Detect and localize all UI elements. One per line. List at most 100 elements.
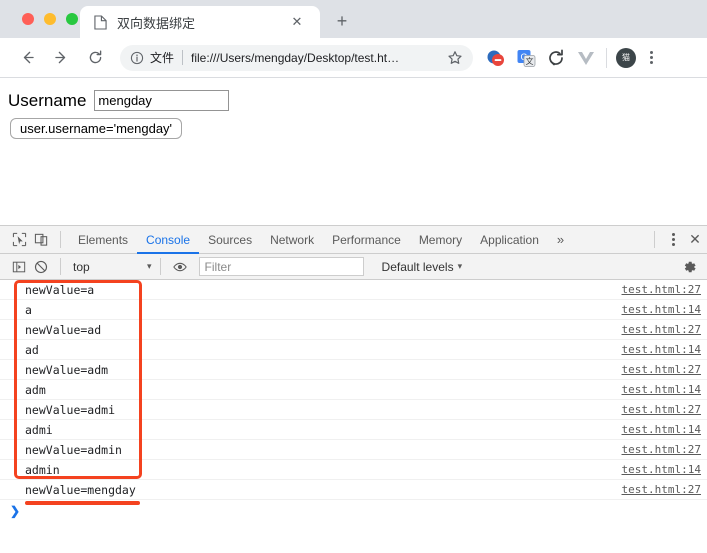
tab-performance[interactable]: Performance: [323, 226, 410, 254]
devtools-settings-menu-icon[interactable]: [663, 233, 683, 246]
console-message: newValue=admin: [25, 442, 122, 457]
kebab-menu-icon[interactable]: [642, 51, 660, 64]
console-row[interactable]: newValue=admin test.html:27: [0, 440, 707, 460]
username-field-row: Username: [8, 90, 230, 111]
address-bar[interactable]: 文件 file:///Users/mengday/Desktop/test.ht…: [120, 44, 473, 71]
console-row[interactable]: newValue=mengday test.html:27: [0, 480, 707, 500]
console-source-link[interactable]: test.html:27: [622, 403, 701, 416]
arrow-left-icon: [23, 51, 34, 64]
console-source-link[interactable]: test.html:27: [622, 363, 701, 376]
console-row[interactable]: adm test.html:14: [0, 380, 707, 400]
console-source-link[interactable]: test.html:27: [622, 483, 701, 496]
console-message: admi: [25, 422, 53, 437]
console-filter-bar: top ▾ Default levels ▾: [0, 254, 707, 280]
console-message: adm: [25, 382, 46, 397]
address-bar-url[interactable]: file:///Users/mengday/Desktop/test.ht…: [191, 51, 447, 65]
close-window-button[interactable]: [22, 13, 34, 25]
refresh-extension-icon[interactable]: [545, 47, 567, 69]
console-log-area[interactable]: newValue=a test.html:27 a test.html:14 n…: [0, 280, 707, 553]
clear-console-icon[interactable]: [30, 256, 52, 278]
binding-expression-output: user.username='mengday': [10, 118, 183, 139]
username-label: Username: [8, 90, 87, 110]
console-context-selector[interactable]: top ▾: [73, 260, 152, 274]
star-icon[interactable]: [447, 50, 463, 66]
address-bar-divider: [182, 50, 184, 65]
console-log-levels-value: Default levels: [381, 259, 454, 274]
console-message: a: [25, 302, 32, 317]
tab-network[interactable]: Network: [261, 226, 323, 254]
filterbar-divider: [60, 258, 61, 275]
new-tab-button[interactable]: +: [332, 11, 352, 31]
adblock-extension-icon[interactable]: [485, 47, 507, 69]
console-row[interactable]: newValue=admi test.html:27: [0, 400, 707, 420]
console-source-link[interactable]: test.html:14: [622, 303, 701, 316]
settings-gear-icon[interactable]: [680, 258, 698, 276]
live-expression-eye-icon[interactable]: [169, 256, 191, 278]
console-row[interactable]: admi test.html:14: [0, 420, 707, 440]
console-message: newValue=ad: [25, 322, 102, 337]
svg-text:文: 文: [526, 56, 534, 66]
console-row[interactable]: admin test.html:14: [0, 460, 707, 480]
browser-tab[interactable]: 双向数据绑定 ✕: [80, 6, 320, 38]
vue-devtools-extension-icon[interactable]: [575, 47, 597, 69]
console-prompt-row[interactable]: ❯: [0, 500, 707, 522]
filterbar-divider-2: [159, 258, 161, 275]
more-tabs-button[interactable]: »: [548, 232, 573, 247]
browser-tab-bar: 双向数据绑定 ✕ +: [0, 0, 707, 38]
console-prompt-caret: ❯: [10, 504, 21, 518]
browser-tab-title: 双向数据绑定: [117, 15, 196, 31]
document-icon: [94, 14, 107, 30]
window-traffic-lights: [22, 13, 78, 25]
reload-icon: [89, 50, 101, 64]
toolbar-divider: [606, 47, 607, 68]
reload-button[interactable]: [82, 45, 108, 71]
forward-button[interactable]: [48, 45, 74, 71]
console-message: ad: [25, 342, 39, 357]
tab-console[interactable]: Console: [137, 226, 199, 254]
avatar[interactable]: 猫: [616, 47, 636, 68]
console-source-link[interactable]: test.html:27: [622, 443, 701, 456]
console-context-value: top: [73, 259, 90, 274]
devtools-divider-right: [654, 231, 655, 248]
chevron-down-icon-levels: ▾: [457, 261, 463, 271]
close-icon[interactable]: ✕: [290, 15, 304, 29]
device-toolbar-icon[interactable]: [30, 229, 52, 251]
tab-application[interactable]: Application: [471, 226, 548, 254]
console-sidebar-icon[interactable]: [8, 256, 30, 278]
tab-elements[interactable]: Elements: [69, 226, 137, 254]
tab-memory[interactable]: Memory: [410, 226, 471, 254]
console-source-link[interactable]: test.html:27: [622, 283, 701, 296]
address-bar-scheme-label: 文件: [150, 51, 175, 65]
browser-window: 双向数据绑定 ✕ + 文件 file:///Users/mengday/Desk…: [0, 0, 707, 553]
console-row[interactable]: newValue=a test.html:27: [0, 280, 707, 300]
console-message: newValue=mengday: [25, 482, 136, 497]
chevron-down-icon: ▾: [147, 261, 152, 271]
maximize-window-button[interactable]: [66, 13, 78, 25]
console-source-link[interactable]: test.html:14: [622, 343, 701, 356]
console-source-link[interactable]: test.html:27: [622, 323, 701, 336]
console-source-link[interactable]: test.html:14: [622, 383, 701, 396]
devtools-divider: [60, 231, 61, 248]
console-message: newValue=a: [25, 282, 95, 297]
console-row[interactable]: a test.html:14: [0, 300, 707, 320]
devtools-close-button[interactable]: ✕: [683, 231, 707, 248]
minimize-window-button[interactable]: [44, 13, 56, 25]
console-row[interactable]: newValue=ad test.html:27: [0, 320, 707, 340]
console-row[interactable]: newValue=adm test.html:27: [0, 360, 707, 380]
console-filter-input[interactable]: [198, 257, 364, 276]
console-row[interactable]: ad test.html:14: [0, 340, 707, 360]
console-source-link[interactable]: test.html:14: [622, 463, 701, 476]
devtools-panel: Elements Console Sources Network Perform…: [0, 225, 707, 553]
back-button[interactable]: [14, 45, 40, 71]
console-log-levels-selector[interactable]: Default levels ▾: [382, 260, 463, 274]
console-message: admin: [25, 462, 60, 477]
arrow-right-icon: [54, 51, 65, 64]
console-message: newValue=admi: [25, 402, 116, 417]
page-viewport: Username user.username='mengday': [0, 78, 707, 225]
google-translate-extension-icon[interactable]: G 文: [515, 47, 537, 69]
info-circle-icon[interactable]: [130, 51, 144, 65]
console-source-link[interactable]: test.html:14: [622, 423, 701, 436]
tab-sources[interactable]: Sources: [199, 226, 261, 254]
username-input[interactable]: [94, 90, 230, 111]
inspect-element-icon[interactable]: [8, 229, 30, 251]
